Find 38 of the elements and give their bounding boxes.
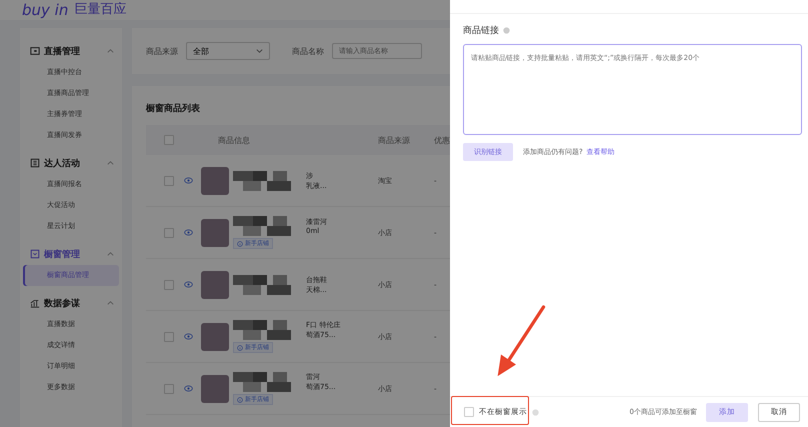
- eye-icon[interactable]: [184, 281, 193, 288]
- eye-icon[interactable]: [184, 333, 193, 340]
- photo-placeholder: [201, 322, 229, 350]
- eye-icon[interactable]: [184, 177, 193, 184]
- checkbox[interactable]: [164, 135, 174, 145]
- photo-placeholder: [201, 166, 229, 194]
- sidebar-group[interactable]: 数据参谋: [20, 292, 122, 314]
- checkbox[interactable]: [164, 332, 174, 342]
- eye-icon[interactable]: [184, 229, 193, 236]
- info-icon: [503, 27, 510, 34]
- table-title: 橱窗商品列表: [146, 102, 201, 115]
- sidebar-group[interactable]: 达人活动: [20, 152, 122, 174]
- photo-placeholder: [201, 218, 229, 246]
- sidebar-group[interactable]: 橱窗管理: [20, 243, 122, 265]
- photo-placeholder: [201, 270, 229, 298]
- column-header: 优惠: [434, 134, 450, 146]
- chart-icon: [30, 298, 40, 308]
- eye-icon[interactable]: [184, 385, 193, 392]
- checkbox[interactable]: [164, 176, 174, 186]
- checkbox[interactable]: [464, 407, 474, 417]
- screen-icon: [30, 46, 40, 56]
- source-select[interactable]: 全部: [186, 42, 270, 60]
- logo-text: 巨量百应: [74, 2, 126, 18]
- checkbox[interactable]: [164, 384, 174, 394]
- logo-text: buy in: [22, 2, 68, 18]
- filter-label: 商品名称: [292, 46, 324, 56]
- info-icon: [532, 408, 539, 416]
- checkbox[interactable]: [164, 280, 174, 290]
- grid-icon: [30, 158, 40, 168]
- window-icon: [30, 249, 40, 259]
- sidebar-group[interactable]: 直播管理: [20, 40, 122, 62]
- column-header: 商品来源: [378, 134, 411, 146]
- photo-placeholder: [201, 374, 229, 402]
- chevron-icon: [256, 49, 263, 53]
- checkbox[interactable]: [164, 228, 174, 238]
- filter-label: 商品来源: [146, 46, 178, 56]
- field-label: 商品链接: [463, 24, 499, 37]
- column-header: 商品信息: [217, 134, 251, 146]
